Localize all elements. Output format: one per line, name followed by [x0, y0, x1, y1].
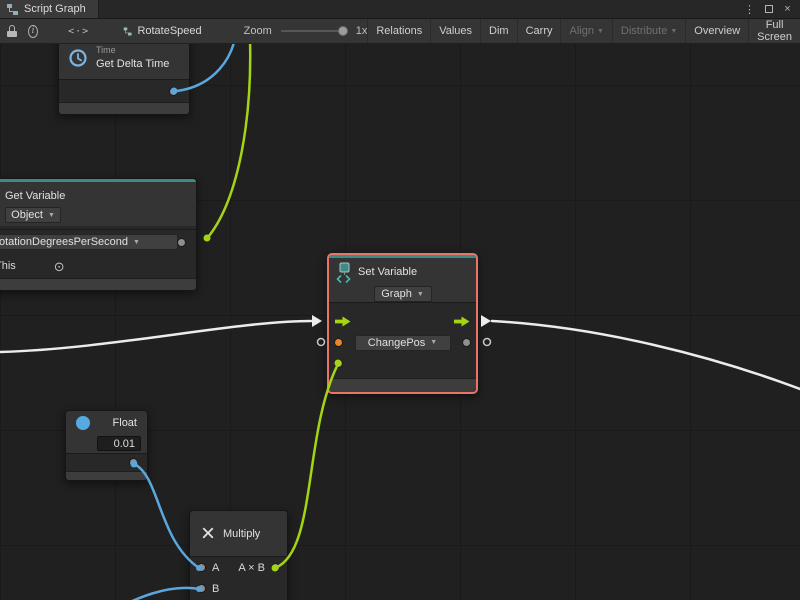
window-controls: ⋮ ×: [742, 0, 800, 18]
graph-toolbar: i <·> RotateSpeed Zoom 1x Relations Valu…: [0, 19, 800, 44]
variable-kind-value: Object: [11, 209, 43, 221]
info-icon[interactable]: i: [28, 25, 38, 38]
zoom-slider-handle[interactable]: [338, 26, 348, 36]
variable-kind-dropdown[interactable]: Graph ▼: [374, 286, 432, 302]
variable-name-port[interactable]: [335, 339, 342, 346]
chevron-down-icon: ▼: [597, 28, 604, 35]
close-icon[interactable]: ×: [780, 2, 795, 17]
maximize-icon[interactable]: [761, 2, 776, 17]
wire-flow-in[interactable]: [0, 321, 311, 352]
graph-breadcrumb-icon: [123, 25, 132, 38]
variable-name-dropdown[interactable]: ChangePos ▼: [355, 335, 451, 351]
variable-value-output-port[interactable]: [178, 239, 185, 246]
multiply-node[interactable]: × Multiply A A × B B: [189, 510, 288, 600]
node-footer: [0, 278, 196, 290]
chevron-down-icon: ▼: [670, 28, 677, 35]
wire-green-top[interactable]: [209, 44, 250, 236]
values-button[interactable]: Values: [430, 19, 480, 43]
clock-icon: [68, 48, 88, 68]
float-node[interactable]: Float 0.01: [65, 410, 148, 481]
variable-kind-value: Graph: [381, 288, 412, 300]
script-graph-icon: [6, 3, 19, 16]
node-footer: [59, 102, 189, 114]
float-icon: [76, 416, 90, 430]
flow-output-port[interactable]: [454, 316, 470, 327]
node-footer: [66, 471, 147, 480]
graph-variable-icon: [335, 262, 352, 284]
zoom-label: Zoom: [244, 25, 272, 37]
multiply-icon: ×: [201, 522, 215, 546]
node-title: Float: [113, 417, 137, 429]
object-picker-icon[interactable]: ⊙: [54, 260, 65, 273]
wire-to-multiply-b[interactable]: [98, 588, 199, 600]
value-input-port[interactable]: [335, 360, 342, 367]
node-footer: [329, 378, 476, 392]
chevron-down-icon: ▼: [133, 239, 140, 246]
variable-value-output-port[interactable]: [463, 339, 470, 346]
unconnected-port-ring-left[interactable]: [318, 339, 325, 346]
output-label: A × B: [238, 562, 265, 574]
node-title: Set Variable: [358, 266, 417, 278]
window-menu-icon[interactable]: ⋮: [742, 2, 757, 17]
align-label: Align: [569, 25, 593, 37]
variable-name-value: ChangePos: [368, 337, 426, 349]
multiply-input-b-port[interactable]: [198, 585, 205, 592]
tab-title: Script Graph: [24, 3, 86, 15]
graph-breadcrumb[interactable]: RotateSpeed: [137, 25, 201, 37]
wire-flow-out[interactable]: [492, 321, 800, 389]
flow-in-arrowhead: [312, 315, 322, 327]
flow-out-arrowhead: [481, 315, 491, 327]
delta-time-output-port[interactable]: [170, 88, 177, 95]
input-a-label: A: [212, 562, 219, 574]
get-variable-node[interactable]: Get Variable Object ▼ RotationDegreesPer…: [0, 178, 197, 291]
multiply-output-port[interactable]: [272, 564, 279, 571]
flow-input-port[interactable]: [335, 316, 351, 327]
float-output-port[interactable]: [130, 459, 137, 466]
node-title: Get Delta Time: [96, 57, 169, 71]
zoom-slider[interactable]: [281, 30, 347, 32]
distribute-button[interactable]: Distribute ▼: [612, 19, 685, 43]
unconnected-port-ring-right[interactable]: [484, 339, 491, 346]
node-category: Time: [96, 45, 169, 57]
relations-button[interactable]: Relations: [367, 19, 430, 43]
code-preview-icon[interactable]: <·>: [68, 26, 89, 37]
variable-name-value: RotationDegreesPerSecond: [0, 236, 128, 248]
lock-body: [7, 31, 17, 37]
maximize-box: [765, 5, 773, 13]
get-delta-time-node[interactable]: Time Get Delta Time: [58, 44, 190, 115]
set-variable-node[interactable]: Set Variable Graph ▼: [327, 253, 478, 394]
tab-script-graph[interactable]: Script Graph: [0, 0, 99, 18]
chevron-down-icon: ▼: [430, 339, 437, 346]
tab-bar: Script Graph ⋮ ×: [0, 0, 800, 19]
target-label: This: [0, 260, 16, 272]
variable-name-dropdown[interactable]: RotationDegreesPerSecond ▼: [0, 234, 178, 250]
distribute-label: Distribute: [621, 25, 667, 37]
graph-canvas[interactable]: Time Get Delta Time Get Variable Object …: [0, 44, 800, 600]
variable-kind-dropdown[interactable]: Object ▼: [5, 207, 61, 223]
dim-button[interactable]: Dim: [480, 19, 517, 43]
wire-endpoint: [204, 235, 211, 242]
zoom-value: 1x: [356, 25, 368, 37]
full-screen-button[interactable]: Full Screen: [748, 19, 800, 43]
align-button[interactable]: Align ▼: [560, 19, 611, 43]
toolbar-button-group: Relations Values Dim Carry Align ▼ Distr…: [367, 19, 800, 43]
multiply-input-a-port[interactable]: [198, 564, 205, 571]
node-title: Multiply: [223, 528, 260, 540]
carry-button[interactable]: Carry: [517, 19, 561, 43]
script-graph-window: Script Graph ⋮ × i <·> RotateSpeed Zoom …: [0, 0, 800, 600]
float-value-field[interactable]: 0.01: [97, 436, 141, 451]
chevron-down-icon: ▼: [417, 291, 424, 298]
overview-button[interactable]: Overview: [685, 19, 748, 43]
chevron-down-icon: ▼: [48, 212, 55, 219]
lock-icon[interactable]: [7, 25, 14, 37]
node-title: Get Variable: [5, 190, 65, 202]
input-b-label: B: [212, 583, 219, 595]
